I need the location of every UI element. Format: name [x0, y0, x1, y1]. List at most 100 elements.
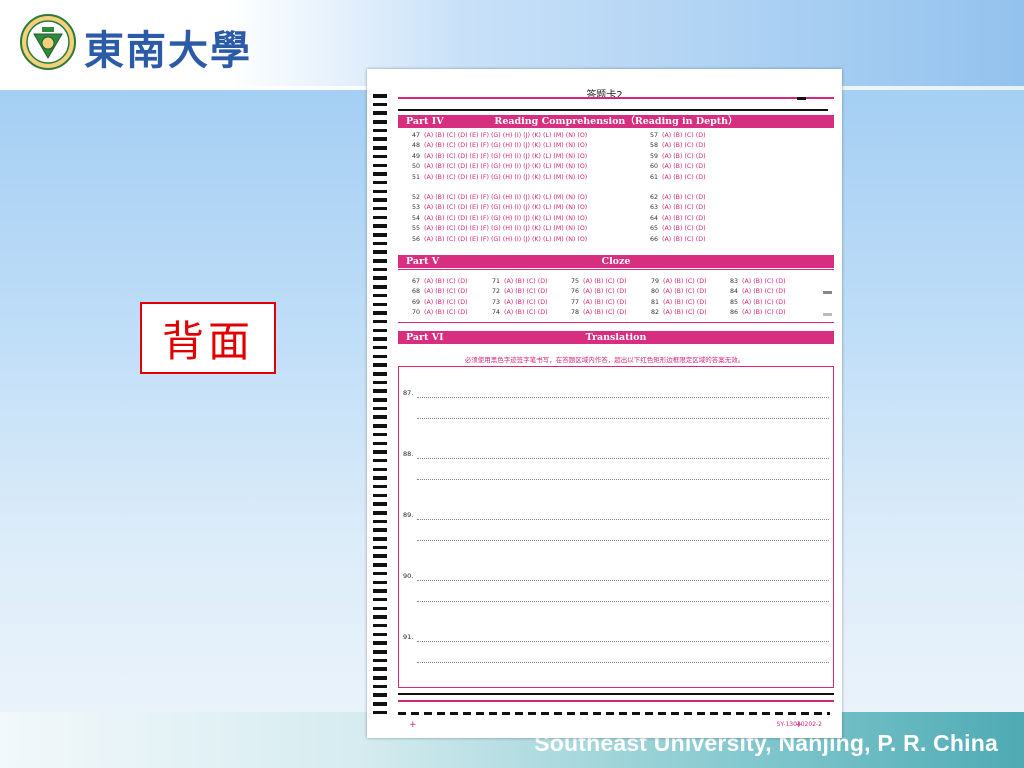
question-row: 79 (A) (B) (C) (D) [651, 277, 707, 287]
question-number: 66 [650, 235, 659, 243]
timing-mark [373, 293, 387, 298]
question-row: 48 (A) (B) (C) (D) (E) (F) (G) (H) (I) (J… [412, 141, 587, 151]
question-number: 68 [412, 288, 421, 296]
question-row: 56 (A) (B) (C) (D) (E) (F) (G) (H) (I) (J… [412, 235, 587, 245]
answer-options[interactable]: (A) (B) (C) (D) [583, 278, 627, 285]
translation-box [398, 366, 834, 688]
timing-mark [373, 172, 387, 176]
timing-mark [373, 319, 387, 324]
answer-options[interactable]: (A) (B) (C) (D) [742, 309, 786, 316]
answer-options[interactable]: (A) (B) (C) (D) [424, 299, 468, 306]
answer-options[interactable]: (A) (B) (C) (D) (E) (F) (G) (H) (I) (J) … [424, 153, 587, 160]
timing-mark [373, 658, 387, 663]
timing-mark [373, 441, 387, 445]
answer-options[interactable]: (A) (B) (C) (D) (E) (F) (G) (H) (I) (J) … [424, 236, 587, 243]
question-row: 85 (A) (B) (C) (D) [730, 298, 786, 308]
timing-mark [373, 137, 387, 141]
answer-options[interactable]: (A) (B) (C) (D) [424, 309, 468, 316]
writing-line[interactable] [417, 641, 829, 642]
timing-mark [373, 389, 387, 393]
timing-mark [373, 328, 387, 333]
writing-line[interactable] [417, 580, 829, 581]
answer-options[interactable]: (A) (B) (C) (D) [662, 153, 706, 160]
section-bar-part4: Part IV Reading Comprehension（Reading in… [398, 115, 834, 128]
corner-mark [797, 97, 806, 100]
question-row: 80 (A) (B) (C) (D) [651, 287, 707, 297]
timing-mark [373, 450, 387, 454]
question-number: 70 [412, 309, 421, 317]
question-number: 59 [650, 152, 659, 160]
answer-options[interactable]: (A) (B) (C) (D) [742, 278, 786, 285]
answer-options[interactable]: (A) (B) (C) (D) [662, 194, 706, 201]
answer-options[interactable]: (A) (B) (C) (D) [663, 299, 707, 306]
answer-options[interactable]: (A) (B) (C) (D) [663, 288, 707, 295]
writing-line[interactable] [417, 479, 829, 480]
question-row: 60 (A) (B) (C) (D) [650, 162, 706, 172]
section-bar-part6: Part VI Translation [398, 331, 834, 344]
question-number: 85 [730, 298, 739, 306]
answer-options[interactable]: (A) (B) (C) (D) [504, 309, 548, 316]
writing-line[interactable] [417, 397, 829, 398]
timing-mark [373, 606, 387, 611]
writing-line[interactable] [417, 458, 829, 459]
answer-options[interactable]: (A) (B) (C) (D) (E) (F) (G) (H) (I) (J) … [424, 215, 587, 222]
answer-options[interactable]: (A) (B) (C) (D) [583, 309, 627, 316]
answer-options[interactable]: (A) (B) (C) (D) [504, 278, 548, 285]
question-row: 64 (A) (B) (C) (D) [650, 214, 706, 224]
part5-bottom-line [398, 322, 834, 323]
question-row: 50 (A) (B) (C) (D) (E) (F) (G) (H) (I) (J… [412, 162, 587, 172]
answer-options[interactable]: (A) (B) (C) (D) [662, 215, 706, 222]
answer-options[interactable]: (A) (B) (C) (D) (E) (F) (G) (H) (I) (J) … [424, 142, 587, 149]
question-row: 83 (A) (B) (C) (D) [730, 277, 786, 287]
answer-options[interactable]: (A) (B) (C) (D) (E) (F) (G) (H) (I) (J) … [424, 194, 587, 201]
answer-options[interactable]: (A) (B) (C) (D) (E) (F) (G) (H) (I) (J) … [424, 132, 587, 139]
answer-options[interactable]: (A) (B) (C) (D) (E) (F) (G) (H) (I) (J) … [424, 204, 587, 211]
timing-mark [373, 311, 387, 315]
answer-options[interactable]: (A) (B) (C) (D) [662, 163, 706, 170]
writing-line[interactable] [417, 662, 829, 663]
timing-mark [373, 206, 387, 211]
answer-options[interactable]: (A) (B) (C) (D) [662, 174, 706, 181]
answer-options[interactable]: (A) (B) (C) (D) [662, 204, 706, 211]
timing-mark [373, 545, 387, 550]
question-row: 62 (A) (B) (C) (D) [650, 193, 706, 203]
question-number: 81 [651, 298, 660, 306]
timing-mark [373, 458, 387, 463]
answer-options[interactable]: (A) (B) (C) (D) (E) (F) (G) (H) (I) (J) … [424, 163, 587, 170]
answer-options[interactable]: (A) (B) (C) (D) [583, 288, 627, 295]
timing-mark [373, 493, 387, 498]
answer-options[interactable]: (A) (B) (C) (D) [742, 299, 786, 306]
answer-options[interactable]: (A) (B) (C) (D) [742, 288, 786, 295]
writing-line[interactable] [417, 601, 829, 602]
answer-options[interactable]: (A) (B) (C) (D) [662, 236, 706, 243]
question-number: 55 [412, 225, 421, 233]
question-number: 57 [650, 132, 659, 139]
answer-options[interactable]: (A) (B) (C) (D) [583, 299, 627, 306]
timing-mark [373, 154, 387, 159]
answer-options[interactable]: (A) (B) (C) (D) [662, 225, 706, 232]
answer-options[interactable]: (A) (B) (C) (D) [663, 309, 707, 316]
university-brand-text: 東南大學 [84, 27, 252, 74]
answer-options[interactable]: (A) (B) (C) (D) [424, 288, 468, 295]
timing-mark [373, 372, 387, 376]
writing-line[interactable] [417, 418, 829, 419]
answer-options[interactable]: (A) (B) (C) (D) [663, 278, 707, 285]
timing-mark [373, 667, 387, 671]
question-row: 47 (A) (B) (C) (D) (E) (F) (G) (H) (I) (J… [412, 131, 587, 141]
question-row: 82 (A) (B) (C) (D) [651, 308, 707, 318]
answer-options[interactable]: (A) (B) (C) (D) [662, 132, 706, 139]
writing-line[interactable] [417, 540, 829, 541]
timing-mark [373, 380, 387, 385]
answer-options[interactable]: (A) (B) (C) (D) (E) (F) (G) (H) (I) (J) … [424, 225, 587, 232]
answer-options[interactable]: (A) (B) (C) (D) [504, 299, 548, 306]
answer-options[interactable]: (A) (B) (C) (D) [504, 288, 548, 295]
writing-line[interactable] [417, 519, 829, 520]
question-row: 75 (A) (B) (C) (D) [571, 277, 627, 287]
answer-options[interactable]: (A) (B) (C) (D) (E) (F) (G) (H) (I) (J) … [424, 174, 587, 181]
question-number: 83 [730, 278, 739, 285]
question-number: 62 [650, 194, 659, 201]
answer-options[interactable]: (A) (B) (C) (D) [662, 142, 706, 149]
translation-number: 87. [403, 389, 414, 397]
answer-options[interactable]: (A) (B) (C) (D) [424, 278, 468, 285]
timing-mark [373, 94, 387, 98]
